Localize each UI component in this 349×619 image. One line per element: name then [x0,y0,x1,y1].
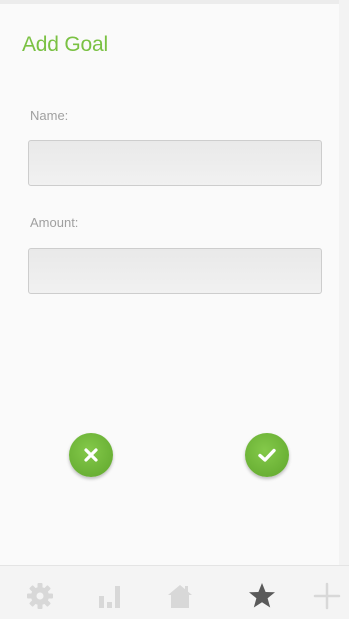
page-title: Add Goal [22,33,108,56]
check-icon [258,448,276,462]
right-edge [339,0,349,565]
amount-input[interactable] [28,248,322,294]
home-icon [168,585,192,608]
confirm-button[interactable] [245,433,289,477]
plus-icon [313,582,341,610]
tab-add[interactable] [309,580,345,612]
top-edge [0,0,349,4]
tab-home[interactable] [162,580,198,612]
add-goal-screen: Add Goal Name: Amount: [0,0,349,619]
tab-bar [0,565,349,619]
cancel-button[interactable] [69,433,113,477]
tab-favorites[interactable] [244,580,280,612]
gear-icon [27,583,53,609]
close-icon [84,448,98,462]
star-icon [249,583,275,608]
tab-settings[interactable] [22,580,58,612]
name-input[interactable] [28,140,322,186]
name-label: Name: [30,108,69,123]
bar-chart-icon [99,586,120,608]
amount-label: Amount: [30,215,79,230]
tab-stats[interactable] [92,580,128,612]
